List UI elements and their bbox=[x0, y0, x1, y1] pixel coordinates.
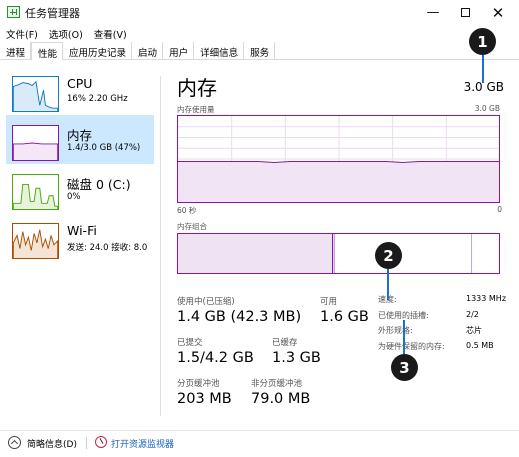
available-value: 1.6 GB bbox=[320, 309, 369, 325]
sidebar-memory-title: 内存 bbox=[67, 128, 93, 143]
menu-view[interactable]: 查看(V) bbox=[88, 25, 132, 42]
panel-divider[interactable] bbox=[160, 76, 161, 416]
sidebar-disk-sub: 0% bbox=[67, 192, 81, 202]
callout-line-1 bbox=[482, 55, 484, 83]
available-label: 可用 bbox=[320, 297, 338, 307]
committed-value: 1.5/4.2 GB bbox=[177, 350, 254, 366]
composition-in-use bbox=[178, 234, 333, 273]
sidebar-item-wifi[interactable]: Wi-Fi 发送: 24.0 接收: 8.0 bbox=[6, 213, 154, 262]
paged-pool-label: 分页缓冲池 bbox=[177, 379, 220, 389]
tab-processes[interactable]: 进程 bbox=[0, 42, 32, 60]
callout-line-2 bbox=[387, 268, 389, 300]
sidebar-wifi-title: Wi-Fi bbox=[67, 223, 97, 238]
disk-sparkline bbox=[12, 174, 59, 210]
cached-label: 已缓存 bbox=[272, 338, 298, 348]
tab-details[interactable]: 详细信息 bbox=[194, 42, 245, 60]
sidebar-item-cpu[interactable]: CPU 16% 2.20 GHz bbox=[6, 66, 154, 115]
tab-strip: 进程 性能 应用历史记录 启动 用户 详细信息 服务 bbox=[0, 42, 519, 61]
tab-startup[interactable]: 启动 bbox=[132, 42, 164, 60]
slots-value: 2/2 bbox=[466, 310, 479, 319]
speed-value: 1333 MHz bbox=[466, 294, 507, 303]
usage-chart-max: 3.0 GB bbox=[474, 104, 500, 113]
hardware-reserved-label: 为硬件保留的内存: bbox=[378, 342, 445, 351]
committed-label: 已提交 bbox=[177, 338, 203, 348]
nonpaged-pool-value: 79.0 MB bbox=[251, 391, 311, 407]
footer-separator bbox=[86, 437, 87, 449]
memory-usage-graph bbox=[177, 115, 500, 203]
cached-value: 1.3 GB bbox=[272, 350, 321, 366]
menu-file[interactable]: 文件(F) bbox=[0, 25, 43, 42]
sidebar-cpu-title: CPU bbox=[67, 76, 93, 91]
nonpaged-pool-label: 非分页缓冲池 bbox=[251, 379, 303, 389]
task-manager-icon bbox=[7, 6, 20, 18]
tab-users[interactable]: 用户 bbox=[163, 42, 195, 60]
composition-standby bbox=[336, 234, 472, 273]
usage-chart-label: 内存使用量 bbox=[177, 105, 215, 114]
time-axis-zero: 0 bbox=[497, 205, 502, 214]
page-title: 内存 bbox=[177, 76, 217, 100]
callout-marker-3: 3 bbox=[391, 354, 418, 381]
in-use-value: 1.4 GB (42.3 MB) bbox=[177, 309, 302, 325]
title-bar: 任务管理器 — ✕ bbox=[0, 0, 519, 25]
time-axis-label: 60 秒 bbox=[177, 206, 197, 215]
callout-line-3 bbox=[403, 320, 405, 356]
cpu-sparkline bbox=[12, 76, 59, 112]
open-resource-monitor-link[interactable]: 打开资源监视器 bbox=[111, 437, 174, 450]
composition-label: 内存组合 bbox=[177, 222, 207, 231]
sidebar-item-disk[interactable]: 磁盘 0 (C:) 0% bbox=[6, 164, 154, 213]
maximize-icon bbox=[460, 8, 470, 17]
hardware-reserved-value: 0.5 MB bbox=[466, 341, 494, 350]
composition-free bbox=[473, 234, 499, 273]
sidebar-disk-title: 磁盘 0 (C:) bbox=[67, 177, 131, 192]
sidebar-memory-sub: 1.4/3.0 GB (47%) bbox=[67, 143, 141, 153]
callout-marker-2: 2 bbox=[375, 242, 402, 269]
sidebar-cpu-sub: 16% 2.20 GHz bbox=[67, 94, 128, 104]
memory-composition-bar bbox=[177, 233, 500, 274]
tab-services[interactable]: 服务 bbox=[244, 42, 276, 60]
footer-bar: 简略信息(D) 打开资源监视器 bbox=[0, 430, 519, 452]
paged-pool-value: 203 MB bbox=[177, 391, 232, 407]
form-factor-value: 芯片 bbox=[466, 326, 482, 335]
form-factor-label: 外形规格: bbox=[378, 326, 413, 335]
window-title: 任务管理器 bbox=[25, 7, 80, 20]
wifi-sparkline bbox=[12, 223, 59, 259]
sidebar-wifi-sub: 发送: 24.0 接收: 8.0 bbox=[67, 243, 148, 253]
tab-performance[interactable]: 性能 bbox=[31, 42, 64, 61]
menu-bar: 文件(F) 选项(O) 查看(V) bbox=[0, 25, 519, 42]
memory-detail-panel: 内存 3.0 GB 内存使用量 3.0 GB 60 秒 0 内存组合 使用中(已… bbox=[165, 62, 519, 422]
resource-monitor-icon bbox=[95, 436, 107, 448]
sidebar-item-memory[interactable]: 内存 1.4/3.0 GB (47%) bbox=[6, 115, 154, 164]
chevron-up-icon[interactable] bbox=[8, 436, 21, 449]
close-button[interactable]: ✕ bbox=[478, 0, 518, 25]
memory-sparkline bbox=[12, 125, 59, 161]
tab-app-history[interactable]: 应用历史记录 bbox=[63, 42, 133, 60]
resource-list: CPU 16% 2.20 GHz 内存 1.4/3.0 GB (47%) 磁盘 … bbox=[0, 62, 157, 422]
callout-marker-1: 1 bbox=[469, 28, 496, 55]
composition-modified bbox=[333, 234, 335, 273]
menu-options[interactable]: 选项(O) bbox=[43, 25, 88, 42]
in-use-label: 使用中(已压缩) bbox=[177, 297, 235, 307]
brief-info-link[interactable]: 简略信息(D) bbox=[27, 437, 77, 450]
